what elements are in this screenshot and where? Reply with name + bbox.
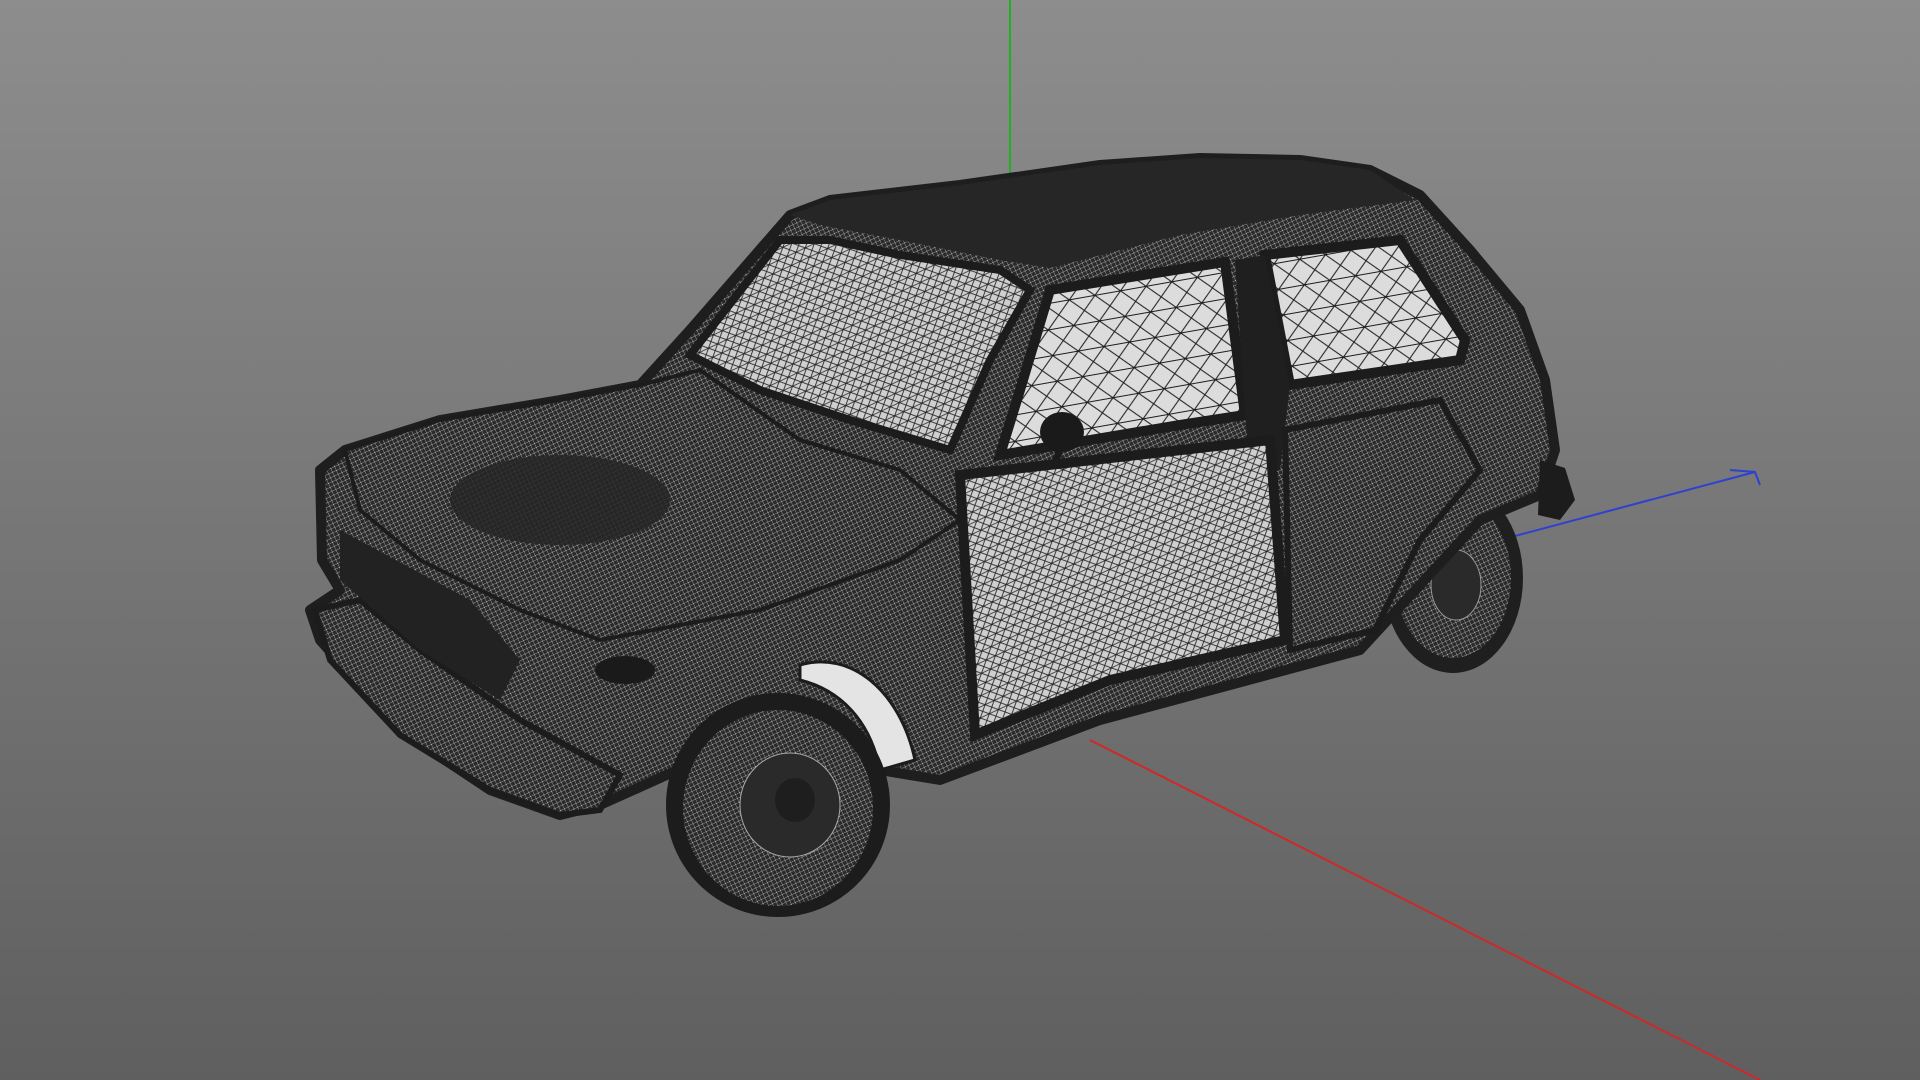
car-turn-signal (595, 656, 655, 684)
3d-viewport[interactable] (0, 0, 1920, 1080)
scene-canvas[interactable] (0, 0, 1920, 1080)
car-model[interactable] (305, 153, 1575, 917)
car-side-mirror (1040, 412, 1084, 452)
hood-bulge (450, 455, 670, 545)
front-wheel (666, 693, 890, 917)
x-axis-line (1089, 739, 1761, 1080)
car-rear-bumper (1538, 460, 1575, 520)
